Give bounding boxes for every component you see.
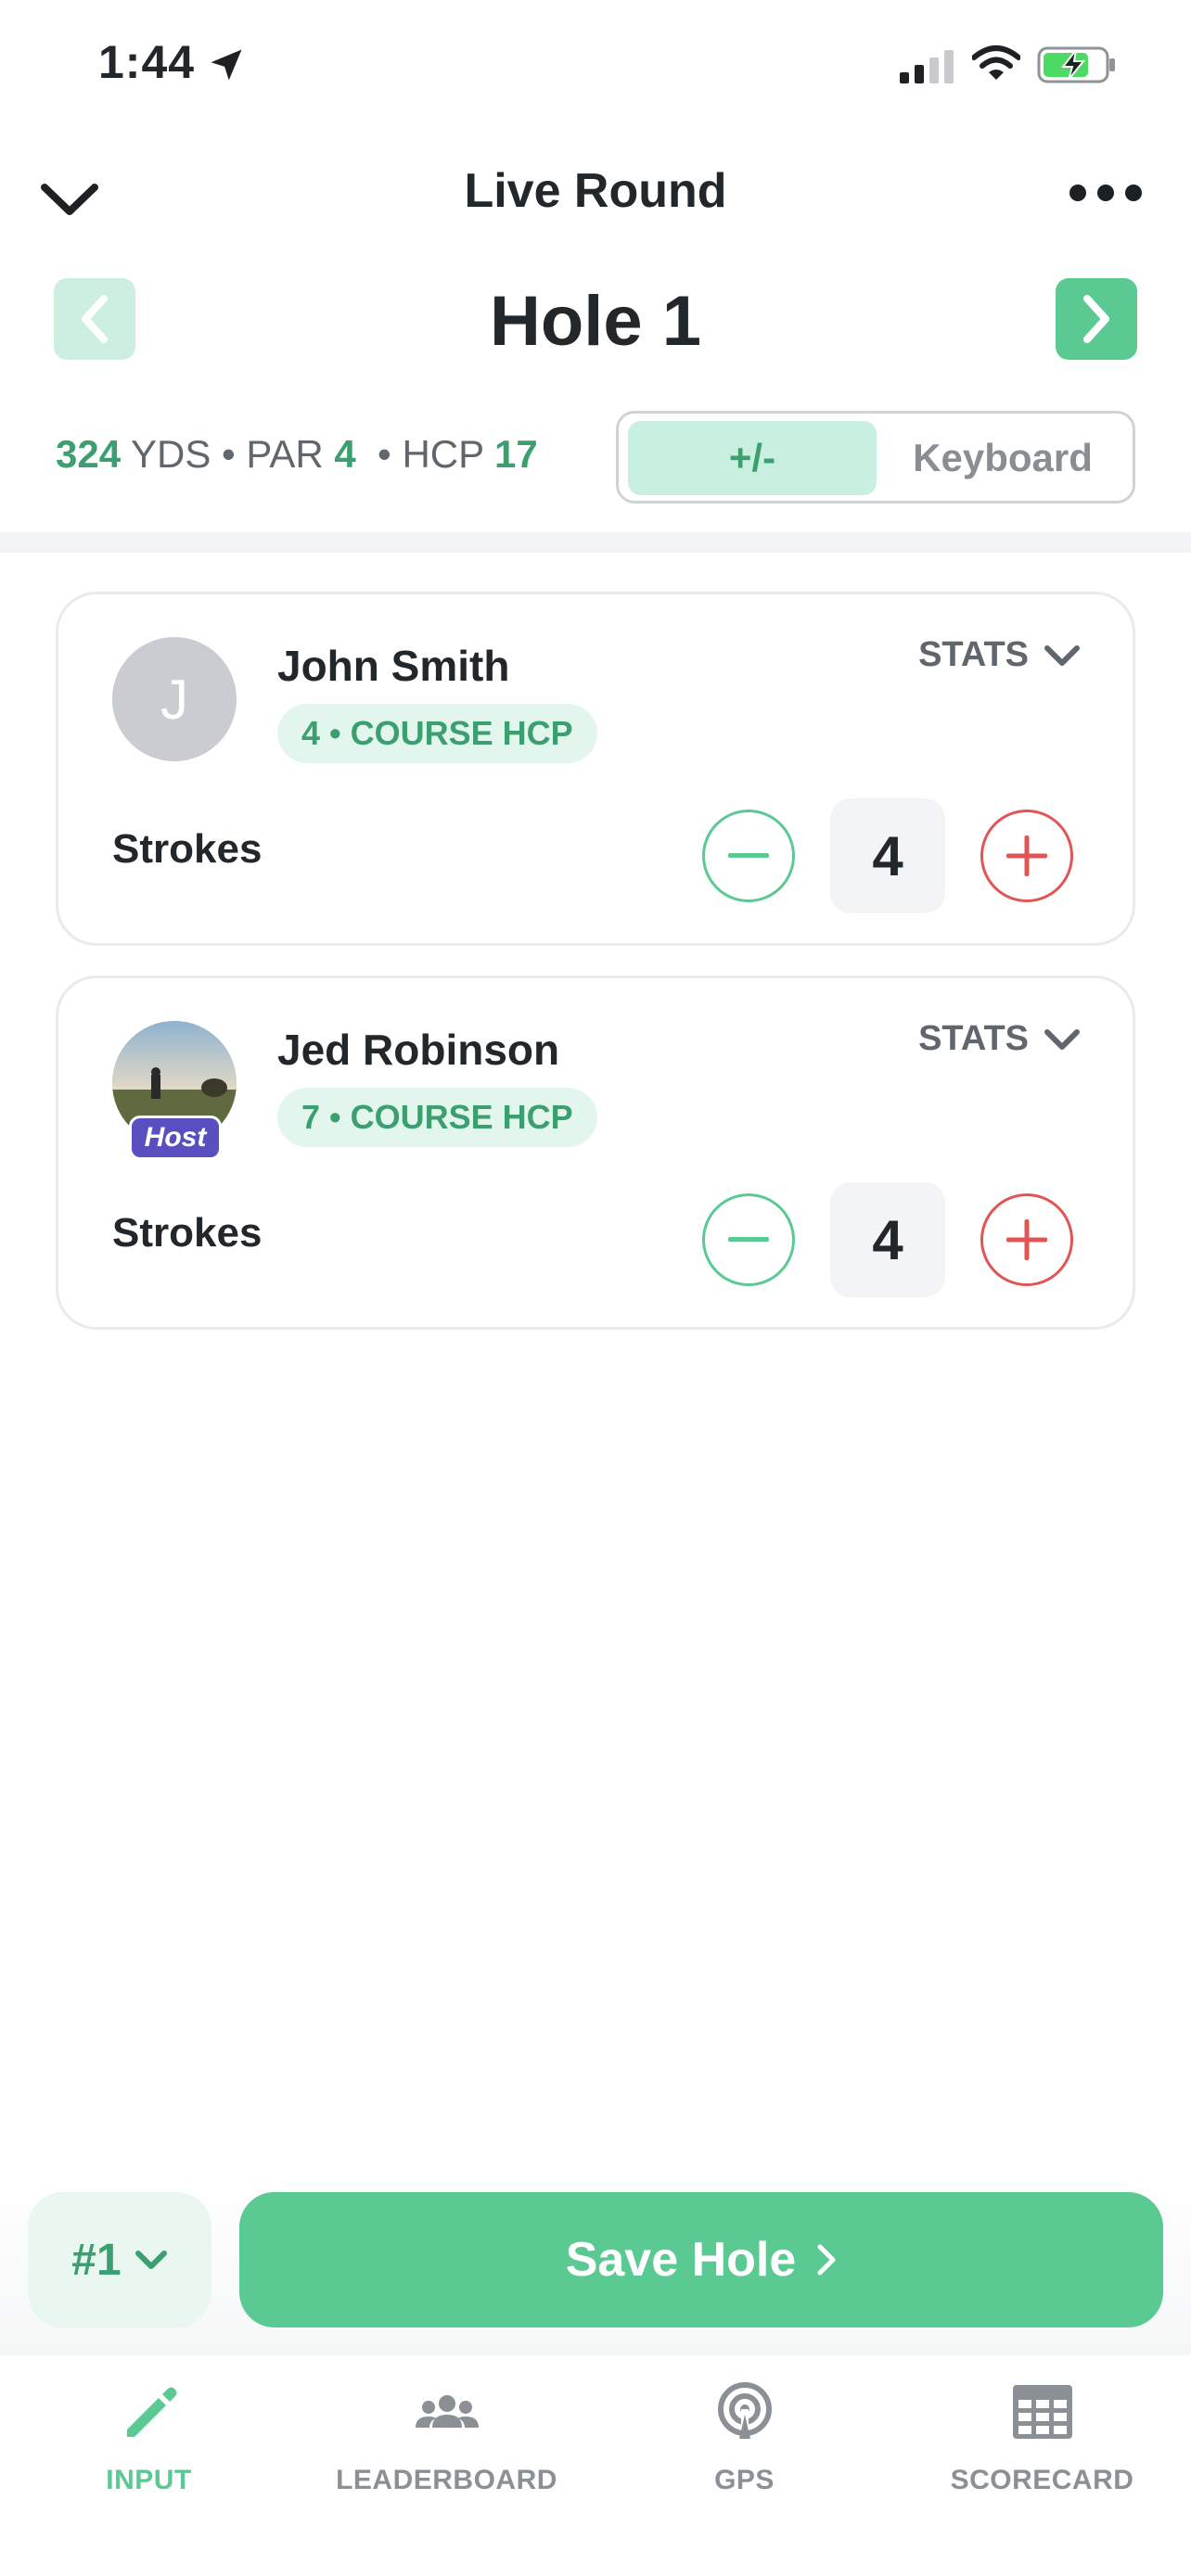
status-time: 1:44 — [98, 36, 196, 88]
player-name: Jed Robinson — [277, 1026, 560, 1074]
hcp-label: HCP — [402, 432, 484, 476]
stats-label: STATS — [918, 1019, 1029, 1058]
chevron-down-icon — [134, 2251, 167, 2269]
tab-label: INPUT — [106, 2465, 192, 2495]
mode-keyboard-option[interactable]: Keyboard — [878, 421, 1127, 495]
hole-hcp: 17 — [494, 432, 538, 476]
player-name: John Smith — [277, 642, 510, 690]
par-label: PAR — [246, 432, 324, 476]
section-divider — [0, 532, 1191, 553]
strokes-value[interactable]: 4 — [830, 798, 945, 913]
hole-selector-button[interactable]: #1 — [28, 2192, 211, 2327]
tab-label: GPS — [714, 2465, 775, 2495]
stats-label: STATS — [918, 635, 1029, 674]
plus-icon — [1006, 835, 1047, 876]
strokes-label: Strokes — [112, 826, 263, 872]
tab-input[interactable]: INPUT — [0, 2378, 298, 2507]
hole-yards: 324 — [56, 432, 122, 476]
avatar: J — [112, 637, 237, 761]
player-card: Host Jed Robinson 7 • COURSE HCP STATS S… — [56, 976, 1135, 1330]
increase-strokes-button[interactable] — [980, 1193, 1073, 1286]
input-mode-toggle: +/- Keyboard — [616, 411, 1135, 504]
tab-bar: INPUT LEADERBOARD GPS SCORECARD — [0, 2355, 1191, 2576]
info-separator: • — [378, 432, 391, 476]
stats-toggle[interactable]: STATS — [918, 635, 1081, 675]
plus-icon — [1006, 1219, 1047, 1260]
tab-gps[interactable]: GPS — [596, 2378, 893, 2507]
pencil-icon — [126, 2387, 176, 2437]
tab-leaderboard[interactable]: LEADERBOARD — [298, 2378, 596, 2507]
decrease-strokes-button[interactable] — [702, 810, 795, 902]
save-hole-button[interactable]: Save Hole — [239, 2192, 1163, 2327]
minus-icon — [728, 1237, 769, 1242]
chevron-down-icon — [1044, 1028, 1080, 1050]
decrease-strokes-button[interactable] — [702, 1193, 795, 1286]
strokes-value[interactable]: 4 — [830, 1182, 945, 1297]
course-hcp-badge: 4 • COURSE HCP — [277, 704, 597, 763]
strokes-label: Strokes — [112, 1210, 263, 1256]
increase-strokes-button[interactable] — [980, 810, 1073, 902]
gps-icon — [717, 2382, 772, 2439]
save-hole-label: Save Hole — [565, 2233, 797, 2287]
chevron-right-icon — [817, 2244, 836, 2276]
stats-toggle[interactable]: STATS — [918, 1019, 1081, 1059]
hole-title: Hole 1 — [489, 282, 702, 361]
scorecard-icon — [1012, 2385, 1072, 2439]
chevron-right-icon — [1083, 295, 1109, 343]
location-arrow-icon — [211, 49, 242, 81]
status-bar: 1:44 — [0, 0, 1191, 130]
course-hcp-badge: 7 • COURSE HCP — [277, 1088, 597, 1147]
player-card: J John Smith 4 • COURSE HCP STATS Stroke… — [56, 592, 1135, 946]
info-separator: • — [222, 432, 236, 476]
page-title: Live Round — [464, 164, 727, 218]
tab-scorecard[interactable]: SCORECARD — [893, 2378, 1191, 2507]
tab-label: SCORECARD — [950, 2465, 1134, 2495]
hole-par: 4 — [334, 432, 356, 476]
mode-plus-minus-option[interactable]: +/- — [628, 421, 877, 495]
minus-icon — [728, 853, 769, 858]
yards-unit: YDS — [131, 432, 211, 476]
more-options-icon[interactable] — [1069, 182, 1143, 204]
tab-label: LEADERBOARD — [336, 2465, 557, 2495]
cellular-signal-icon — [900, 50, 954, 83]
battery-charging-icon — [1037, 46, 1115, 83]
hole-info: 324 YDS • PAR 4 • HCP 17 — [56, 432, 538, 477]
group-icon — [415, 2395, 479, 2428]
chevron-down-icon — [1044, 644, 1080, 666]
host-badge: Host — [129, 1116, 222, 1160]
next-hole-button[interactable] — [1056, 278, 1137, 360]
hole-selector-label: #1 — [71, 2235, 122, 2285]
wifi-icon — [972, 45, 1020, 80]
